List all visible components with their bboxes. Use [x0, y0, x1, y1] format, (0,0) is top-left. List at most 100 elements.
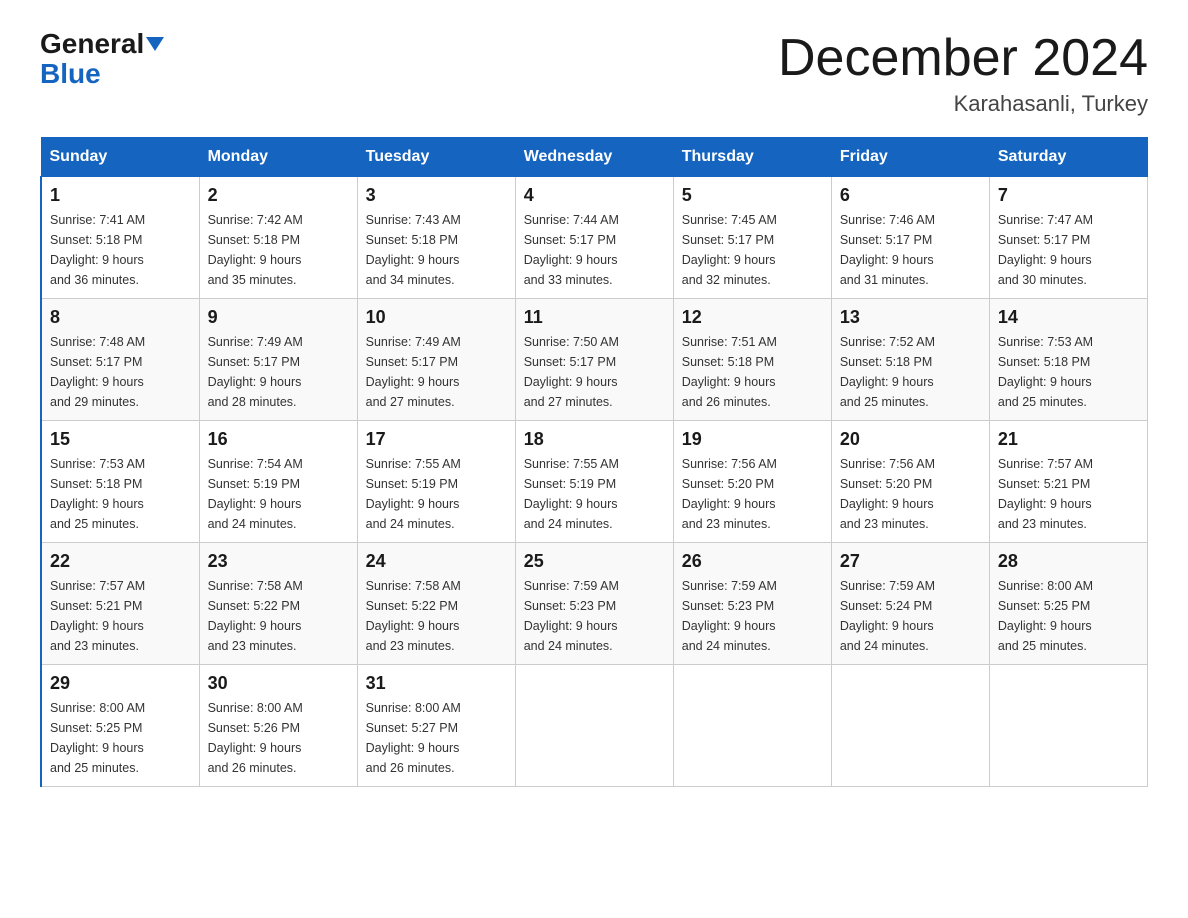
calendar-week-row: 15 Sunrise: 7:53 AM Sunset: 5:18 PM Dayl…	[41, 421, 1148, 543]
day-info: Sunrise: 7:56 AM Sunset: 5:20 PM Dayligh…	[682, 454, 823, 534]
day-info: Sunrise: 7:44 AM Sunset: 5:17 PM Dayligh…	[524, 210, 665, 290]
calendar-day-cell	[673, 665, 831, 787]
day-number: 10	[366, 307, 507, 328]
day-info: Sunrise: 7:59 AM Sunset: 5:23 PM Dayligh…	[682, 576, 823, 656]
calendar-week-row: 22 Sunrise: 7:57 AM Sunset: 5:21 PM Dayl…	[41, 543, 1148, 665]
day-number: 11	[524, 307, 665, 328]
calendar-day-cell: 30 Sunrise: 8:00 AM Sunset: 5:26 PM Dayl…	[199, 665, 357, 787]
calendar-day-cell: 13 Sunrise: 7:52 AM Sunset: 5:18 PM Dayl…	[831, 299, 989, 421]
calendar-day-cell: 7 Sunrise: 7:47 AM Sunset: 5:17 PM Dayli…	[989, 177, 1147, 299]
day-info: Sunrise: 7:53 AM Sunset: 5:18 PM Dayligh…	[998, 332, 1139, 412]
col-wednesday: Wednesday	[515, 138, 673, 177]
day-number: 7	[998, 185, 1139, 206]
day-info: Sunrise: 8:00 AM Sunset: 5:26 PM Dayligh…	[208, 698, 349, 778]
calendar-day-cell: 20 Sunrise: 7:56 AM Sunset: 5:20 PM Dayl…	[831, 421, 989, 543]
col-friday: Friday	[831, 138, 989, 177]
day-info: Sunrise: 7:57 AM Sunset: 5:21 PM Dayligh…	[998, 454, 1139, 534]
day-number: 1	[50, 185, 191, 206]
day-info: Sunrise: 7:59 AM Sunset: 5:23 PM Dayligh…	[524, 576, 665, 656]
day-number: 20	[840, 429, 981, 450]
page-subtitle: Karahasanli, Turkey	[778, 91, 1148, 117]
page-header: General Blue December 2024 Karahasanli, …	[40, 30, 1148, 117]
calendar-day-cell: 8 Sunrise: 7:48 AM Sunset: 5:17 PM Dayli…	[41, 299, 199, 421]
day-info: Sunrise: 7:41 AM Sunset: 5:18 PM Dayligh…	[50, 210, 191, 290]
calendar-day-cell: 5 Sunrise: 7:45 AM Sunset: 5:17 PM Dayli…	[673, 177, 831, 299]
day-number: 14	[998, 307, 1139, 328]
day-info: Sunrise: 8:00 AM Sunset: 5:25 PM Dayligh…	[998, 576, 1139, 656]
calendar-day-cell: 24 Sunrise: 7:58 AM Sunset: 5:22 PM Dayl…	[357, 543, 515, 665]
day-number: 3	[366, 185, 507, 206]
calendar-day-cell: 31 Sunrise: 8:00 AM Sunset: 5:27 PM Dayl…	[357, 665, 515, 787]
day-number: 6	[840, 185, 981, 206]
day-number: 27	[840, 551, 981, 572]
day-info: Sunrise: 8:00 AM Sunset: 5:25 PM Dayligh…	[50, 698, 191, 778]
calendar-day-cell: 19 Sunrise: 7:56 AM Sunset: 5:20 PM Dayl…	[673, 421, 831, 543]
calendar-day-cell: 18 Sunrise: 7:55 AM Sunset: 5:19 PM Dayl…	[515, 421, 673, 543]
calendar-day-cell: 10 Sunrise: 7:49 AM Sunset: 5:17 PM Dayl…	[357, 299, 515, 421]
day-number: 4	[524, 185, 665, 206]
calendar-day-cell: 16 Sunrise: 7:54 AM Sunset: 5:19 PM Dayl…	[199, 421, 357, 543]
day-number: 29	[50, 673, 191, 694]
day-number: 23	[208, 551, 349, 572]
col-tuesday: Tuesday	[357, 138, 515, 177]
calendar-day-cell	[515, 665, 673, 787]
col-monday: Monday	[199, 138, 357, 177]
day-number: 2	[208, 185, 349, 206]
calendar-day-cell: 29 Sunrise: 8:00 AM Sunset: 5:25 PM Dayl…	[41, 665, 199, 787]
calendar-day-cell: 27 Sunrise: 7:59 AM Sunset: 5:24 PM Dayl…	[831, 543, 989, 665]
calendar-day-cell: 17 Sunrise: 7:55 AM Sunset: 5:19 PM Dayl…	[357, 421, 515, 543]
calendar-day-cell: 12 Sunrise: 7:51 AM Sunset: 5:18 PM Dayl…	[673, 299, 831, 421]
day-info: Sunrise: 7:42 AM Sunset: 5:18 PM Dayligh…	[208, 210, 349, 290]
calendar-day-cell: 15 Sunrise: 7:53 AM Sunset: 5:18 PM Dayl…	[41, 421, 199, 543]
calendar-day-cell: 4 Sunrise: 7:44 AM Sunset: 5:17 PM Dayli…	[515, 177, 673, 299]
day-info: Sunrise: 7:49 AM Sunset: 5:17 PM Dayligh…	[208, 332, 349, 412]
day-info: Sunrise: 7:51 AM Sunset: 5:18 PM Dayligh…	[682, 332, 823, 412]
calendar-day-cell: 28 Sunrise: 8:00 AM Sunset: 5:25 PM Dayl…	[989, 543, 1147, 665]
logo-triangle-icon	[146, 37, 164, 51]
day-number: 18	[524, 429, 665, 450]
logo-text-blue: Blue	[40, 60, 101, 88]
day-number: 9	[208, 307, 349, 328]
day-info: Sunrise: 7:55 AM Sunset: 5:19 PM Dayligh…	[524, 454, 665, 534]
day-info: Sunrise: 7:52 AM Sunset: 5:18 PM Dayligh…	[840, 332, 981, 412]
day-info: Sunrise: 7:47 AM Sunset: 5:17 PM Dayligh…	[998, 210, 1139, 290]
day-number: 24	[366, 551, 507, 572]
day-info: Sunrise: 8:00 AM Sunset: 5:27 PM Dayligh…	[366, 698, 507, 778]
day-info: Sunrise: 7:45 AM Sunset: 5:17 PM Dayligh…	[682, 210, 823, 290]
calendar-day-cell: 6 Sunrise: 7:46 AM Sunset: 5:17 PM Dayli…	[831, 177, 989, 299]
day-info: Sunrise: 7:59 AM Sunset: 5:24 PM Dayligh…	[840, 576, 981, 656]
day-info: Sunrise: 7:58 AM Sunset: 5:22 PM Dayligh…	[208, 576, 349, 656]
title-area: December 2024 Karahasanli, Turkey	[778, 30, 1148, 117]
calendar-table: Sunday Monday Tuesday Wednesday Thursday…	[40, 137, 1148, 787]
day-info: Sunrise: 7:56 AM Sunset: 5:20 PM Dayligh…	[840, 454, 981, 534]
calendar-day-cell: 26 Sunrise: 7:59 AM Sunset: 5:23 PM Dayl…	[673, 543, 831, 665]
col-sunday: Sunday	[41, 138, 199, 177]
calendar-day-cell: 22 Sunrise: 7:57 AM Sunset: 5:21 PM Dayl…	[41, 543, 199, 665]
calendar-day-cell: 21 Sunrise: 7:57 AM Sunset: 5:21 PM Dayl…	[989, 421, 1147, 543]
col-thursday: Thursday	[673, 138, 831, 177]
day-number: 17	[366, 429, 507, 450]
day-number: 30	[208, 673, 349, 694]
day-info: Sunrise: 7:49 AM Sunset: 5:17 PM Dayligh…	[366, 332, 507, 412]
day-info: Sunrise: 7:54 AM Sunset: 5:19 PM Dayligh…	[208, 454, 349, 534]
logo-text-general: General	[40, 30, 144, 58]
calendar-day-cell: 14 Sunrise: 7:53 AM Sunset: 5:18 PM Dayl…	[989, 299, 1147, 421]
day-number: 25	[524, 551, 665, 572]
page-title: December 2024	[778, 30, 1148, 87]
day-number: 28	[998, 551, 1139, 572]
calendar-week-row: 1 Sunrise: 7:41 AM Sunset: 5:18 PM Dayli…	[41, 177, 1148, 299]
logo: General Blue	[40, 30, 164, 88]
day-info: Sunrise: 7:46 AM Sunset: 5:17 PM Dayligh…	[840, 210, 981, 290]
calendar-day-cell: 3 Sunrise: 7:43 AM Sunset: 5:18 PM Dayli…	[357, 177, 515, 299]
day-number: 21	[998, 429, 1139, 450]
calendar-week-row: 8 Sunrise: 7:48 AM Sunset: 5:17 PM Dayli…	[41, 299, 1148, 421]
calendar-day-cell: 25 Sunrise: 7:59 AM Sunset: 5:23 PM Dayl…	[515, 543, 673, 665]
day-info: Sunrise: 7:43 AM Sunset: 5:18 PM Dayligh…	[366, 210, 507, 290]
day-number: 13	[840, 307, 981, 328]
calendar-day-cell	[989, 665, 1147, 787]
calendar-day-cell: 23 Sunrise: 7:58 AM Sunset: 5:22 PM Dayl…	[199, 543, 357, 665]
day-number: 8	[50, 307, 191, 328]
col-saturday: Saturday	[989, 138, 1147, 177]
day-number: 26	[682, 551, 823, 572]
calendar-header-row: Sunday Monday Tuesday Wednesday Thursday…	[41, 138, 1148, 177]
